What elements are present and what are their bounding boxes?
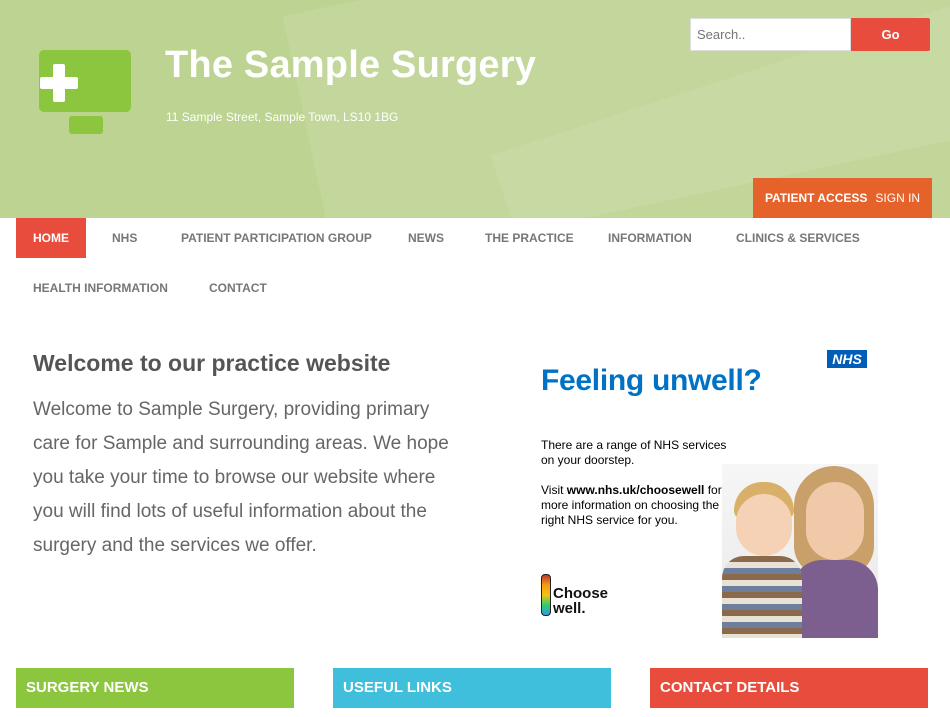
promo-headline: Feeling unwell? [541,364,762,397]
promo-text: There are a range of NHS services on you… [541,438,727,467]
nav-item-news[interactable]: NEWS [408,218,444,258]
choose-well-text: Choose well. [553,585,609,617]
nav-item-information[interactable]: INFORMATION [608,218,692,258]
site-header: The Sample Surgery 11 Sample Street, Sam… [0,0,950,218]
nav-item-nhs[interactable]: NHS [112,218,137,258]
search-go-button[interactable]: Go [851,18,930,51]
main-nav: HOME NHS PATIENT PARTICIPATION GROUP NEW… [0,218,950,318]
patient-access-label: PATIENT ACCESS [764,191,868,205]
nav-item-the-practice[interactable]: THE PRACTICE [485,218,574,258]
search-input[interactable] [690,18,851,51]
choose-well-banner[interactable]: NHS Feeling unwell? There are a range of… [530,342,878,638]
sign-in-label: SIGN IN [875,191,921,205]
thermometer-icon [541,574,551,616]
mother-child-photo [722,464,878,638]
page-title: Welcome to our practice website [33,350,391,376]
nhs-logo: NHS [827,350,867,368]
site-address: 11 Sample Street, Sample Town, LS10 1BG [166,110,399,124]
useful-links-box[interactable]: USEFUL LINKS [333,668,611,708]
patient-access-button[interactable]: PATIENT ACCESS SIGN IN [753,178,932,218]
nav-item-home[interactable]: HOME [16,218,86,258]
nav-item-patient-participation-group[interactable]: PATIENT PARTICIPATION GROUP [181,218,372,258]
welcome-text: Welcome to Sample Surgery, providing pri… [33,399,449,556]
site-title[interactable]: The Sample Surgery [165,44,536,87]
nav-item-clinics-services[interactable]: CLINICS & SERVICES [736,218,860,258]
promo-link-text: Visit www.nhs.uk/choosewell for more inf… [541,483,722,527]
contact-details-box[interactable]: CONTACT DETAILS [650,668,928,708]
choose-well-logo: Choose well. [541,574,631,618]
nav-item-contact[interactable]: CONTACT [209,268,267,308]
surgery-news-box[interactable]: SURGERY NEWS [16,668,294,708]
feature-boxes: SURGERY NEWS USEFUL LINKS CONTACT DETAIL… [0,668,950,708]
nav-item-health-information[interactable]: HEALTH INFORMATION [33,268,168,308]
surgery-logo-icon[interactable] [39,50,131,136]
